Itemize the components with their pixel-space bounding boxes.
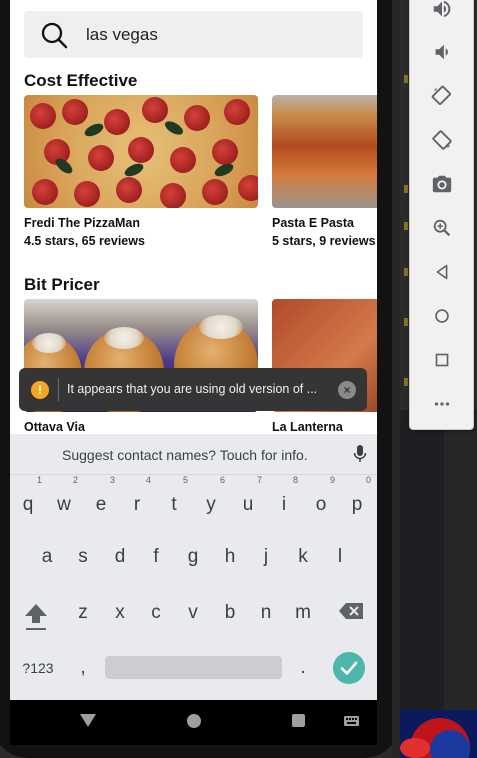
key-c[interactable]: c bbox=[140, 595, 172, 631]
code-line-marker bbox=[404, 378, 408, 386]
key-number-hint: 9 bbox=[329, 475, 335, 485]
period-key[interactable]: . bbox=[286, 650, 320, 686]
close-icon[interactable]: × bbox=[338, 381, 356, 399]
search-icon bbox=[41, 22, 68, 49]
key-d[interactable]: d bbox=[104, 539, 136, 575]
key-w[interactable]: w2 bbox=[48, 475, 80, 523]
overview-icon[interactable] bbox=[410, 345, 473, 375]
restaurant-image bbox=[24, 95, 258, 208]
section-title-bit-pricer: Bit Pricer bbox=[24, 275, 100, 294]
key-y[interactable]: y6 bbox=[195, 475, 227, 523]
key-g[interactable]: g bbox=[177, 539, 209, 575]
code-line-marker bbox=[404, 222, 408, 230]
key-number-hint: 5 bbox=[182, 475, 188, 485]
key-q[interactable]: q1 bbox=[12, 475, 44, 523]
restaurant-image bbox=[272, 95, 377, 208]
key-j[interactable]: j bbox=[250, 539, 282, 575]
check-icon bbox=[340, 661, 358, 675]
suggestion-text[interactable]: Suggest contact names? Touch for info. bbox=[62, 447, 308, 463]
enter-key[interactable] bbox=[333, 652, 365, 684]
suggestion-strip[interactable]: Suggest contact names? Touch for info. bbox=[10, 434, 377, 475]
soft-keyboard: Suggest contact names? Touch for info. q… bbox=[10, 434, 377, 700]
comma-key[interactable]: , bbox=[68, 650, 98, 686]
key-u[interactable]: u7 bbox=[232, 475, 264, 523]
phone-edge bbox=[392, 0, 400, 758]
key-p[interactable]: p0 bbox=[341, 475, 373, 523]
volume-down-icon[interactable] bbox=[410, 37, 473, 67]
section-title-cost-effective: Cost Effective bbox=[24, 71, 138, 90]
warning-icon: ! bbox=[31, 381, 49, 399]
key-number-hint: 2 bbox=[72, 475, 78, 485]
restaurant-card[interactable]: Ottava Via bbox=[24, 299, 258, 434]
nav-home-icon[interactable] bbox=[187, 714, 201, 728]
keyboard-switch-icon[interactable] bbox=[344, 716, 359, 726]
key-number-hint: 7 bbox=[256, 475, 262, 485]
emulator-toolbar bbox=[409, 0, 474, 430]
rotate-right-icon[interactable] bbox=[410, 125, 473, 155]
app-screen: las vegas Cost Effective Fredi The Pizza… bbox=[10, 0, 377, 700]
restaurant-name: Pasta E Pasta bbox=[272, 216, 354, 230]
restaurant-name: La Lanterna bbox=[272, 420, 343, 434]
search-bar[interactable]: las vegas bbox=[24, 11, 363, 58]
key-f[interactable]: f bbox=[140, 539, 172, 575]
restaurant-rating: 5 stars, 9 reviews bbox=[272, 234, 376, 248]
code-line-marker bbox=[404, 318, 408, 326]
backspace-icon[interactable] bbox=[338, 602, 364, 625]
key-k[interactable]: k bbox=[287, 539, 319, 575]
key-l[interactable]: l bbox=[324, 539, 356, 575]
key-v[interactable]: v bbox=[177, 595, 209, 631]
code-line-marker bbox=[404, 185, 408, 193]
key-number-hint: 6 bbox=[219, 475, 225, 485]
code-line-marker bbox=[404, 75, 408, 83]
nav-back-icon[interactable] bbox=[80, 714, 96, 727]
key-b[interactable]: b bbox=[214, 595, 246, 631]
key-number-hint: 3 bbox=[109, 475, 115, 485]
code-line-marker bbox=[404, 268, 408, 276]
update-toast: ! It appears that you are using old vers… bbox=[19, 368, 367, 411]
key-z[interactable]: z bbox=[67, 595, 99, 631]
key-e[interactable]: e3 bbox=[85, 475, 117, 523]
space-key[interactable] bbox=[105, 656, 282, 679]
nav-recents-icon[interactable] bbox=[292, 714, 305, 727]
back-icon[interactable] bbox=[410, 257, 473, 287]
decorative-image bbox=[400, 710, 477, 758]
restaurant-card[interactable]: La Lanterna bbox=[272, 299, 377, 434]
key-number-hint: 0 bbox=[365, 475, 371, 485]
key-t[interactable]: t5 bbox=[158, 475, 190, 523]
symbols-key[interactable]: ?123 bbox=[21, 650, 55, 686]
key-n[interactable]: n bbox=[250, 595, 282, 631]
microphone-icon[interactable] bbox=[353, 445, 367, 463]
restaurant-card[interactable]: Fredi The PizzaMan 4.5 stars, 65 reviews bbox=[24, 95, 258, 248]
toast-divider bbox=[58, 378, 59, 401]
toast-message: It appears that you are using old versio… bbox=[67, 382, 318, 396]
key-s[interactable]: s bbox=[67, 539, 99, 575]
key-number-hint: 1 bbox=[36, 475, 42, 485]
search-input[interactable]: las vegas bbox=[86, 25, 158, 45]
volume-up-icon[interactable] bbox=[410, 0, 473, 24]
more-icon[interactable] bbox=[410, 389, 473, 419]
zoom-icon[interactable] bbox=[410, 213, 473, 243]
key-r[interactable]: r4 bbox=[121, 475, 153, 523]
shift-icon[interactable] bbox=[24, 601, 48, 636]
restaurant-name: Ottava Via bbox=[24, 420, 85, 434]
rotate-left-icon[interactable] bbox=[410, 81, 473, 111]
key-o[interactable]: o9 bbox=[305, 475, 337, 523]
key-h[interactable]: h bbox=[214, 539, 246, 575]
key-x[interactable]: x bbox=[104, 595, 136, 631]
key-number-hint: 8 bbox=[292, 475, 298, 485]
key-a[interactable]: a bbox=[31, 539, 63, 575]
restaurant-card[interactable]: Pasta E Pasta 5 stars, 9 reviews bbox=[272, 95, 377, 248]
restaurant-name: Fredi The PizzaMan bbox=[24, 216, 140, 230]
key-m[interactable]: m bbox=[287, 595, 319, 631]
ide-side-strip bbox=[444, 410, 477, 710]
key-number-hint: 4 bbox=[145, 475, 151, 485]
home-icon[interactable] bbox=[410, 301, 473, 331]
system-nav-bar bbox=[10, 700, 377, 745]
camera-icon[interactable] bbox=[410, 169, 473, 199]
restaurant-rating: 4.5 stars, 65 reviews bbox=[24, 234, 145, 248]
key-i[interactable]: i8 bbox=[268, 475, 300, 523]
